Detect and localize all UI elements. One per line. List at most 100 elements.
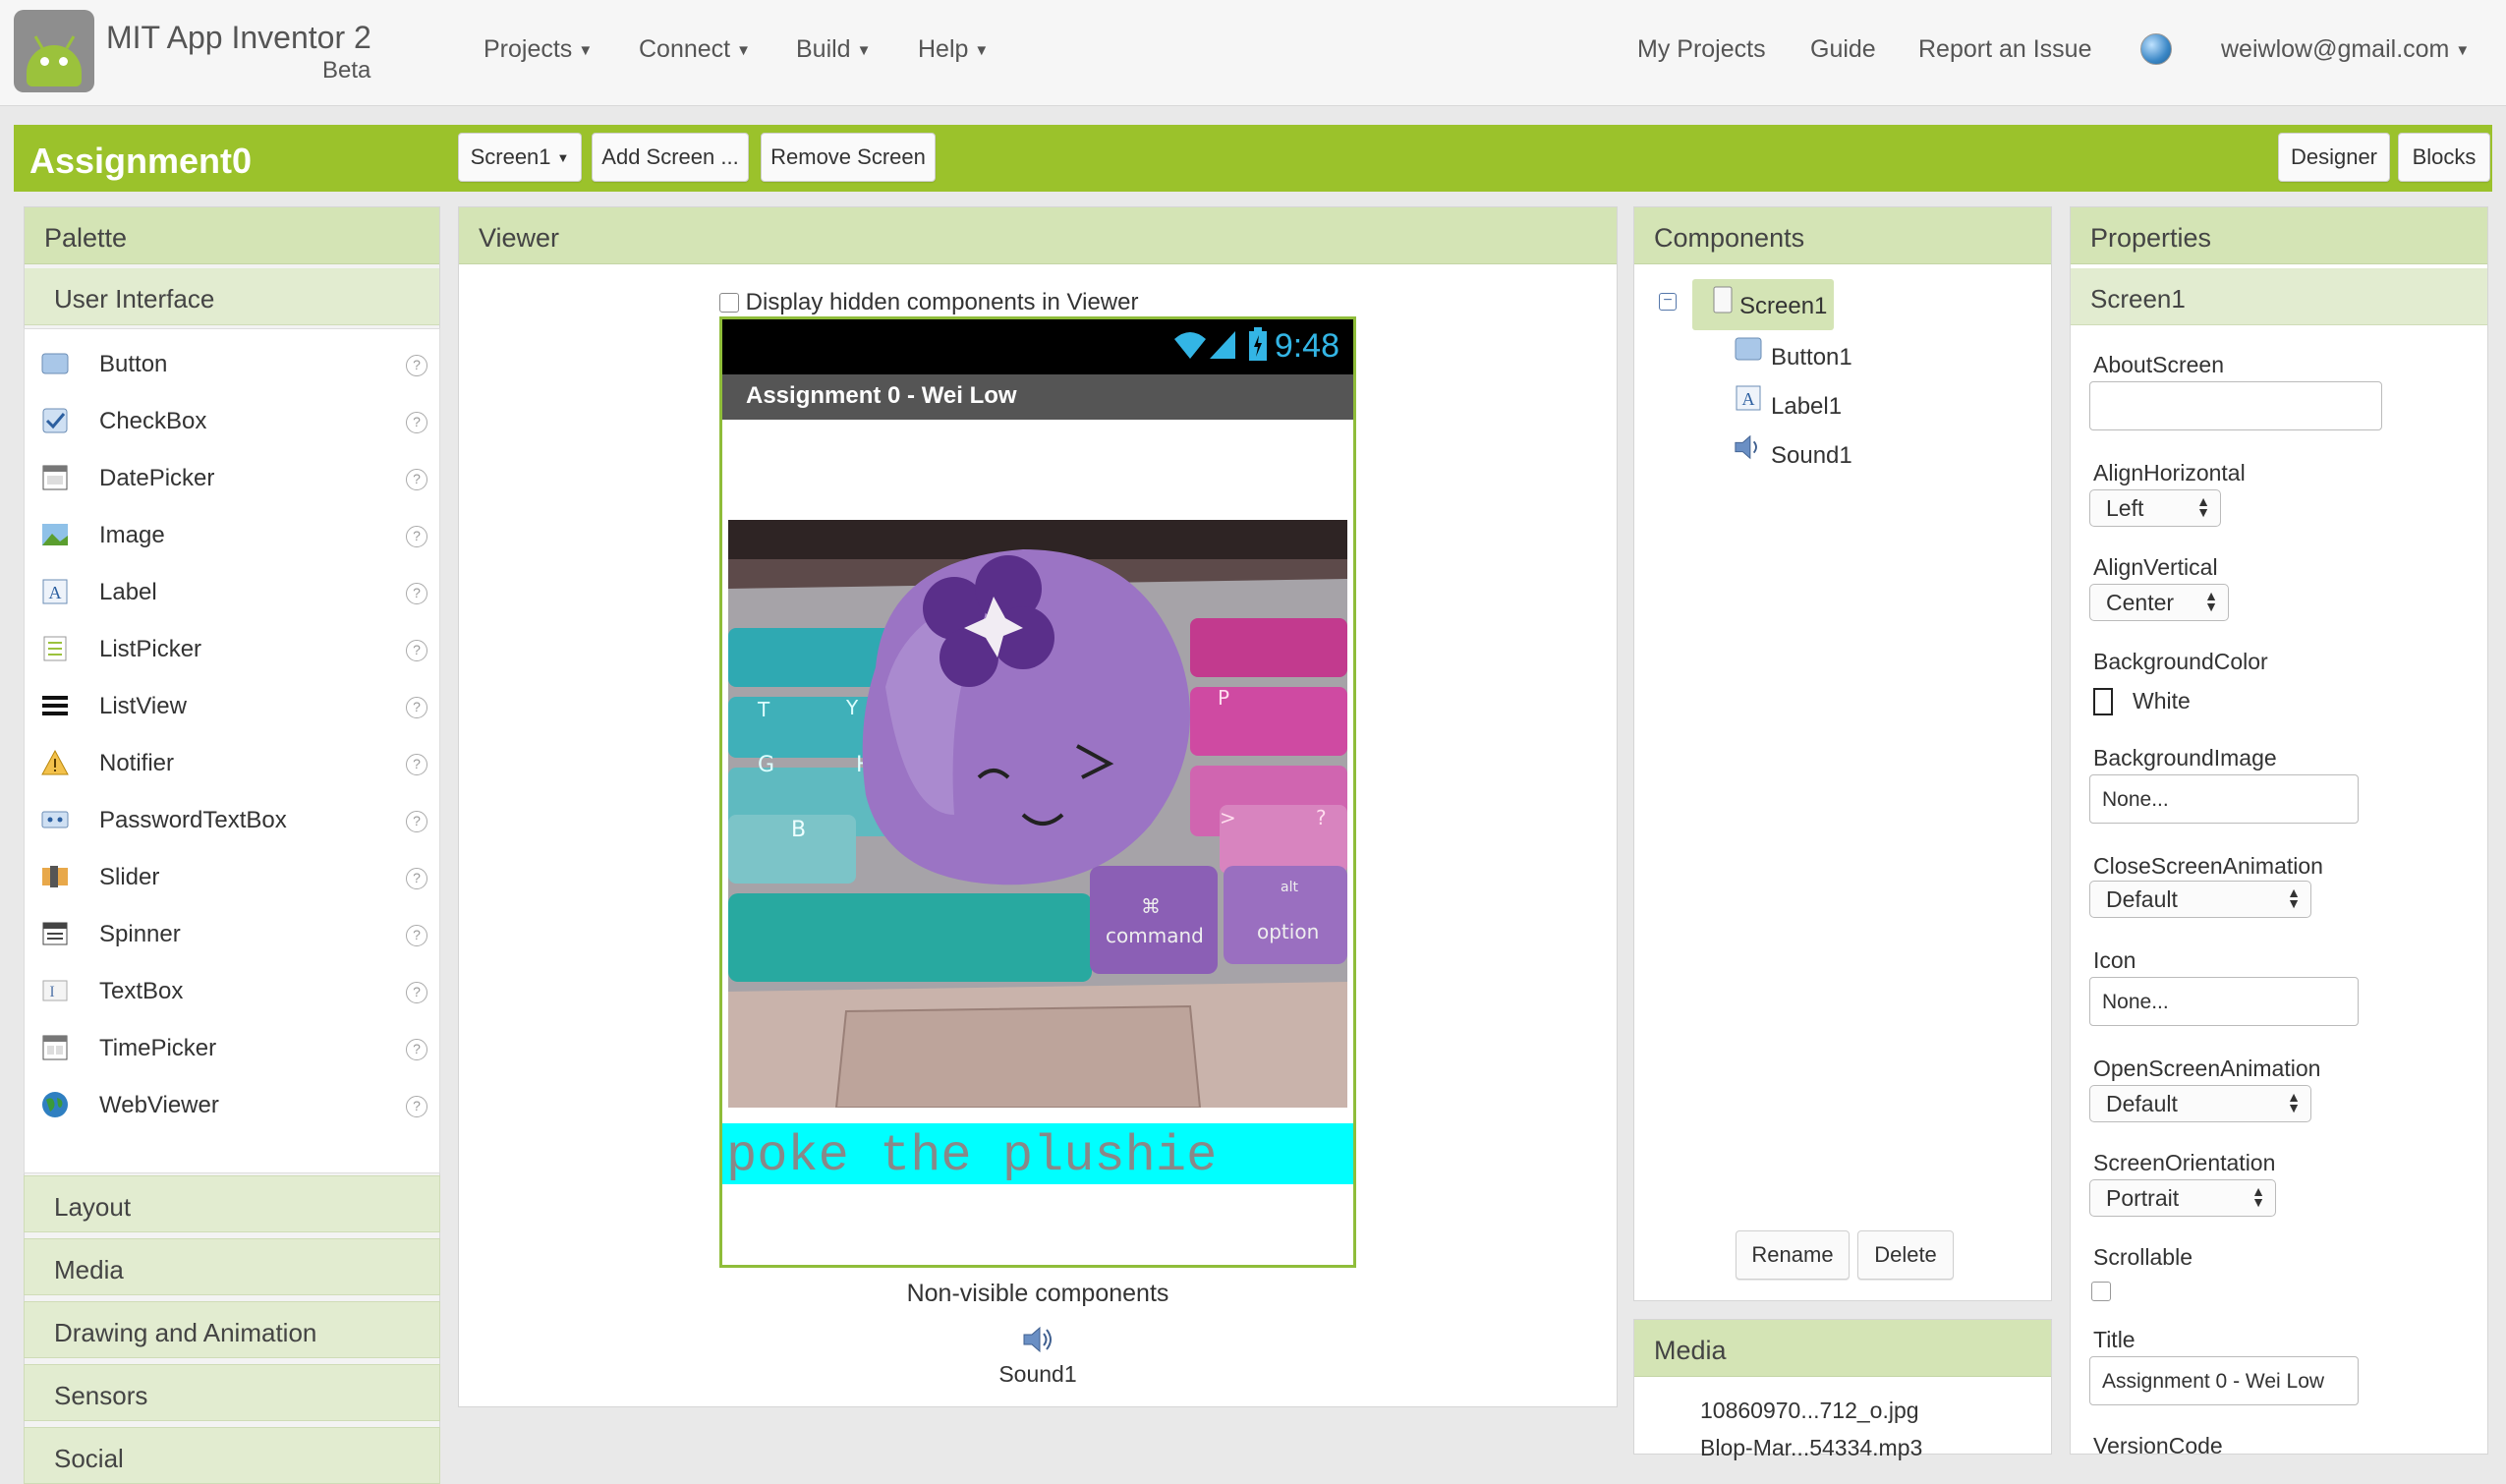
palette-item-label[interactable]: A Label ? [25,563,439,620]
prop-screenorientation-select[interactable]: Portrait ▲ ▼ [2089,1179,2276,1217]
tree-item-sound1[interactable]: Sound1 [1734,432,1891,472]
prop-icon-picker[interactable]: None... [2089,977,2359,1026]
display-hidden-components-option[interactable]: Display hidden components in Viewer [719,289,1138,318]
prop-aboutscreen-textarea[interactable] [2089,381,2382,430]
chevron-down-icon: ▼ [974,41,990,59]
palette-item-webviewer[interactable]: WebViewer ? [25,1076,439,1133]
prop-scrollable-checkbox[interactable] [2091,1282,2111,1301]
language-globe-icon[interactable] [2140,33,2172,65]
prop-openscreenanimation-select[interactable]: Default ▲ ▼ [2089,1085,2311,1122]
designer-button[interactable]: Designer [2278,133,2390,182]
help-icon[interactable]: ? [406,469,427,490]
bgcolor-swatch[interactable] [2093,688,2113,715]
delete-button[interactable]: Delete [1857,1230,1954,1280]
prop-screenorientation-label: ScreenOrientation [2093,1150,2276,1175]
prop-backgroundcolor-label: BackgroundColor [2093,649,2268,674]
nav-build-menu[interactable]: Build ▼ [796,35,871,64]
my-projects-link[interactable]: My Projects [1637,35,1766,64]
palette-item-label: Button [99,351,168,377]
app-inventor-logo-icon[interactable] [14,10,94,92]
label-icon: A [1736,385,1761,411]
help-icon[interactable]: ? [406,1096,427,1117]
sound-icon[interactable] [1022,1325,1054,1354]
nonvisible-components-title: Non-visible components [906,1280,1169,1307]
app-title: MIT App Inventor 2 [106,20,371,55]
chevron-down-icon: ▼ [736,41,751,59]
palette-item-datepicker[interactable]: DatePicker ? [25,449,439,506]
timepicker-icon [42,1035,68,1060]
tree-item-label1[interactable]: A Label1 [1734,383,1891,423]
prop-alignhorizontal-label: AlignHorizontal [2093,460,2246,485]
help-icon[interactable]: ? [406,811,427,832]
screen-select-dropdown[interactable]: Screen1 ▼ [458,133,582,182]
palette-item-passwordtextbox[interactable]: PasswordTextBox ? [25,791,439,848]
properties-header: Properties [2071,207,2487,264]
prop-alignvertical-select[interactable]: Center ▲ ▼ [2089,584,2229,621]
blocks-button[interactable]: Blocks [2398,133,2490,182]
nonvisible-sound1-label[interactable]: Sound1 [719,1361,1356,1388]
button1-image[interactable]: ⌘ command alt option T Y G H B P ? > [728,520,1347,1108]
display-hidden-checkbox[interactable] [719,293,739,313]
prop-backgroundimage-picker[interactable]: None... [2089,774,2359,824]
tree-item-button1[interactable]: Button1 [1734,334,1891,373]
palette-item-timepicker[interactable]: TimePicker ? [25,1019,439,1076]
help-icon[interactable]: ? [406,583,427,604]
phone-status-bar: 9:48 [722,319,1353,374]
palette-item-button[interactable]: Button ? [25,335,439,392]
media-item-mp3[interactable]: Blop-Mar...54334.mp3 [1700,1435,1922,1461]
label1-preview: poke the plushie [722,1123,1353,1185]
remove-screen-button[interactable]: Remove Screen [761,133,936,182]
prop-alignhorizontal-select[interactable]: Left ▲ ▼ [2089,489,2221,527]
prop-closescreenanimation-select[interactable]: Default ▲ ▼ [2089,881,2311,918]
key-g: G [758,753,774,777]
palette-category-media[interactable]: Media [24,1238,440,1295]
help-icon[interactable]: ? [406,640,427,661]
palette-item-spinner[interactable]: Spinner ? [25,905,439,962]
password-icon [41,811,69,828]
user-account-menu[interactable]: weiwlow@gmail.com ▼ [2221,35,2470,64]
slider-icon [42,866,68,887]
tree-item-label: Label1 [1771,393,1843,420]
prop-title-input[interactable]: Assignment 0 - Wei Low [2089,1356,2359,1405]
rename-button[interactable]: Rename [1736,1230,1850,1280]
help-icon[interactable]: ? [406,526,427,547]
media-item-jpg[interactable]: 10860970...712_o.jpg [1700,1398,1919,1424]
prop-aboutscreen-label: AboutScreen [2093,352,2224,377]
nav-projects-menu[interactable]: Projects ▼ [484,35,593,64]
help-icon[interactable]: ? [406,982,427,1003]
nav-help-menu[interactable]: Help ▼ [918,35,989,64]
palette-item-listpicker[interactable]: ListPicker ? [25,620,439,677]
collapse-tree-icon[interactable]: − [1659,293,1677,311]
palette-category-drawing-animation[interactable]: Drawing and Animation [24,1301,440,1358]
palette-category-sensors[interactable]: Sensors [24,1364,440,1421]
add-screen-button[interactable]: Add Screen ... [592,133,749,182]
palette-category-social[interactable]: Social [24,1427,440,1484]
palette-category-layout[interactable]: Layout [24,1175,440,1232]
help-icon[interactable]: ? [406,1039,427,1060]
help-icon[interactable]: ? [406,868,427,889]
palette-item-listview[interactable]: ListView ? [25,677,439,734]
help-icon[interactable]: ? [406,412,427,433]
palette-item-slider[interactable]: Slider ? [25,848,439,905]
palette-category-user-interface[interactable]: User Interface [25,268,439,325]
help-icon[interactable]: ? [406,754,427,775]
tree-item-screen1[interactable]: Screen1 [1692,279,1834,330]
nav-connect-menu[interactable]: Connect ▼ [639,35,751,64]
help-icon[interactable]: ? [406,355,427,376]
key-p: P [1218,686,1229,710]
guide-link[interactable]: Guide [1810,35,1876,64]
properties-component-name: Screen1 [2071,268,2487,325]
help-icon[interactable]: ? [406,925,427,946]
palette-item-notifier[interactable]: Notifier ? [25,734,439,791]
display-hidden-label: Display hidden components in Viewer [745,289,1139,315]
chevron-down-icon: ▼ [556,150,570,166]
key-b: B [791,818,806,842]
palette-item-label: Label [99,579,157,605]
report-issue-link[interactable]: Report an Issue [1918,35,2092,64]
palette-item-textbox[interactable]: I TextBox ? [25,962,439,1019]
button-icon [1735,337,1762,361]
help-icon[interactable]: ? [406,697,427,718]
palette-item-checkbox[interactable]: CheckBox ? [25,392,439,449]
palette-item-image[interactable]: Image ? [25,506,439,563]
prop-backgroundcolor-value[interactable]: White [2133,688,2191,714]
